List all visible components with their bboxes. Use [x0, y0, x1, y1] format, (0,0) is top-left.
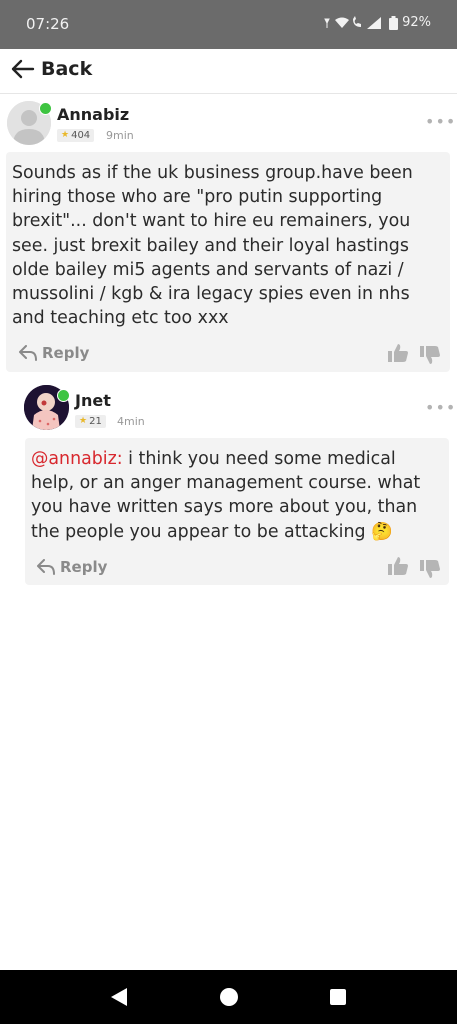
reply-button[interactable]: Reply	[18, 344, 89, 362]
battery-icon	[389, 15, 399, 30]
online-indicator	[39, 102, 52, 115]
back-button[interactable]: Back	[10, 58, 92, 80]
more-options-icon[interactable]: •••	[425, 112, 456, 131]
reply-label: Reply	[60, 558, 108, 576]
username[interactable]: Jnet	[75, 391, 111, 410]
status-bar: 07:26 92%	[0, 0, 457, 49]
points-badge: ★ 404	[57, 129, 95, 142]
mention-link[interactable]: @annabiz:	[31, 449, 123, 469]
header: Back	[0, 49, 457, 94]
reply-arrow-icon	[37, 559, 55, 575]
reply-arrow-icon	[19, 345, 37, 361]
comment-body: Sounds as if the uk business group.have …	[6, 152, 450, 372]
thinking-emoji: 🤔	[371, 521, 393, 542]
points-value: 21	[89, 416, 102, 427]
post-time: 9min	[106, 129, 134, 142]
status-icons: 92%	[323, 15, 431, 30]
comment-body: @annabiz: i think you need some medical …	[25, 438, 449, 585]
comment-text: @annabiz: i think you need some medical …	[31, 447, 439, 544]
comment-text: Sounds as if the uk business group.have …	[12, 163, 413, 329]
signal-icons	[324, 15, 382, 29]
status-time: 07:26	[26, 15, 70, 33]
reply-label: Reply	[42, 344, 90, 362]
thumbs-up-icon[interactable]	[387, 556, 409, 576]
online-indicator	[57, 389, 70, 402]
points-value: 404	[71, 130, 91, 141]
reply-button[interactable]: Reply	[36, 558, 107, 576]
back-label: Back	[41, 58, 93, 80]
star-icon: ★	[79, 416, 88, 426]
back-nav-icon[interactable]	[109, 987, 129, 1007]
navigation-bar	[0, 970, 457, 1024]
post-time: 4min	[117, 415, 145, 428]
thumbs-down-icon[interactable]	[419, 559, 441, 579]
battery-percent: 92%	[402, 15, 431, 30]
more-options-icon[interactable]: •••	[425, 398, 456, 417]
recents-nav-icon[interactable]	[329, 988, 347, 1006]
thumbs-down-icon[interactable]	[419, 345, 441, 365]
thumbs-up-icon[interactable]	[387, 343, 409, 363]
home-nav-icon[interactable]	[219, 987, 239, 1007]
back-arrow-icon	[11, 59, 35, 79]
points-badge: ★ 21	[75, 415, 106, 428]
star-icon: ★	[61, 130, 70, 140]
username[interactable]: Annabiz	[57, 105, 129, 124]
